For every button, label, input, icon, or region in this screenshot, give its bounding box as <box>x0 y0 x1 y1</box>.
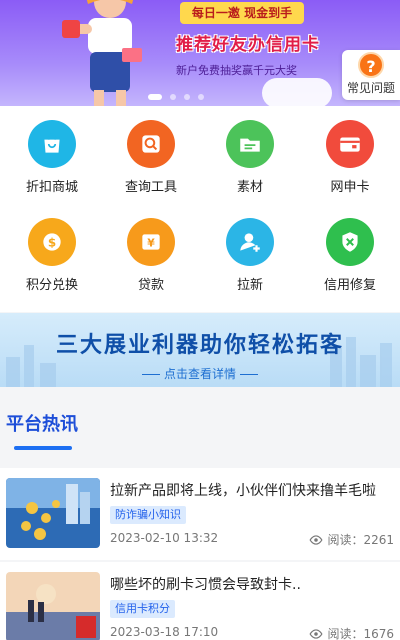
search-icon <box>127 120 175 168</box>
news-item[interactable]: 哪些坏的刷卡习惯会导致封卡.. 信用卡积分 2023-03-18 17:10 阅… <box>0 562 400 640</box>
grid-item-query-tools[interactable]: 查询工具 <box>101 120 201 195</box>
hot-news-header: 平台热讯 <box>0 388 400 468</box>
shopping-bag-icon <box>28 120 76 168</box>
grid-item-online-card[interactable]: 网申卡 <box>300 120 400 195</box>
grid-item-discount-mall[interactable]: 折扣商城 <box>2 120 102 195</box>
news-title: 哪些坏的刷卡习惯会导致封卡.. <box>110 577 301 593</box>
grid-item-label: 折扣商城 <box>25 180 78 195</box>
shield-icon <box>326 218 374 266</box>
add-user-icon <box>226 218 274 266</box>
promo-banner[interactable]: 每日一邀 现金到手 推荐好友办信用卡 新户免费抽奖赢千元大奖 <box>0 0 400 106</box>
news-tag[interactable]: 防诈骗小知识 <box>110 506 186 524</box>
folder-icon <box>226 120 274 168</box>
faq-button[interactable]: ? 常见问题 <box>342 50 400 100</box>
carousel-indicator <box>148 94 204 100</box>
carousel-dot[interactable] <box>198 94 204 100</box>
news-views: 阅读：1676 <box>309 625 394 640</box>
banner-headline: 推荐好友办信用卡 <box>176 35 320 55</box>
news-date: 2023-03-18 17:10 <box>110 625 219 639</box>
svg-text:$: $ <box>48 235 56 249</box>
news-date: 2023-02-10 13:32 <box>110 531 219 545</box>
banner-cloud-decoration <box>262 78 332 106</box>
money-icon: ¥ <box>127 218 175 266</box>
section-title-underline <box>14 446 72 450</box>
grid-item-points-exchange[interactable]: $ 积分兑换 <box>2 218 102 293</box>
grid-item-credit-repair[interactable]: 信用修复 <box>300 218 400 293</box>
carousel-dot-active[interactable] <box>148 94 162 100</box>
grid-item-materials[interactable]: 素材 <box>200 120 300 195</box>
news-views: 阅读：2261 <box>309 531 394 548</box>
promo-title: 三大展业利器助你轻松拓客 <box>55 333 344 358</box>
news-thumbnail <box>6 572 100 640</box>
news-item[interactable]: 拉新产品即将上线，小伙伴们快来撸羊毛啦 防诈骗小知识 2023-02-10 13… <box>0 468 400 560</box>
faq-label: 常见问题 <box>346 81 395 95</box>
news-title: 拉新产品即将上线，小伙伴们快来撸羊毛啦 <box>110 483 376 499</box>
carousel-dot[interactable] <box>170 94 176 100</box>
promo-details-link[interactable]: 点击查看详情 <box>0 365 400 382</box>
grid-item-recruit[interactable]: 拉新 <box>200 218 300 293</box>
carousel-dot[interactable] <box>184 94 190 100</box>
section-title: 平台热讯 <box>6 414 78 435</box>
svg-text:¥: ¥ <box>147 236 155 249</box>
grid-item-label: 信用修复 <box>323 278 376 293</box>
grid-item-label: 素材 <box>236 180 263 195</box>
coin-icon: $ <box>28 218 76 266</box>
banner-subline: 新户免费抽奖赢千元大奖 <box>176 64 297 77</box>
grid-item-label: 网申卡 <box>330 180 370 195</box>
grid-item-loan[interactable]: ¥ 贷款 <box>101 218 201 293</box>
eye-icon <box>309 534 323 545</box>
credit-card-icon <box>326 120 374 168</box>
grid-item-label: 贷款 <box>137 278 164 293</box>
news-thumbnail <box>6 478 100 548</box>
news-views-count: 阅读：2261 <box>327 533 394 547</box>
banner-illustration <box>62 0 142 106</box>
eye-icon <box>309 628 323 639</box>
promo-strip[interactable]: 三大展业利器助你轻松拓客 点击查看详情 <box>0 313 400 387</box>
help-icon: ? <box>358 52 384 78</box>
grid-item-label: 积分兑换 <box>25 278 78 293</box>
grid-item-label: 拉新 <box>236 278 263 293</box>
feature-grid: 折扣商城 查询工具 素材 网申卡 $ 积分兑换 ¥ 贷款 拉新 信用修复 <box>0 106 400 312</box>
banner-ribbon: 每日一邀 现金到手 <box>180 2 304 24</box>
grid-item-label: 查询工具 <box>124 180 177 195</box>
news-views-count: 阅读：1676 <box>327 627 394 640</box>
news-tag[interactable]: 信用卡积分 <box>110 600 175 618</box>
app-page: 每日一邀 现金到手 推荐好友办信用卡 新户免费抽奖赢千元大奖 ? 常见问题 折扣… <box>0 0 400 640</box>
